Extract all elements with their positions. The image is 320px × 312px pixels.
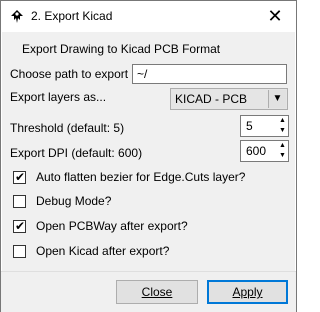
dialog-content: Export Drawing to Kicad PCB Format Choos…	[2, 32, 295, 271]
path-label: Choose path to export	[10, 67, 129, 81]
form-heading: Export Drawing to Kicad PCB Format	[22, 42, 221, 56]
open-kicad-label: Open Kicad after export?	[36, 244, 170, 258]
export-kicad-dialog: 2. Export Kicad ✕ Export Drawing to Kica…	[0, 0, 297, 312]
dpi-value: 600	[246, 144, 267, 158]
open-kicad-checkbox[interactable]	[13, 245, 26, 258]
spin-up-icon[interactable]: ▲	[277, 116, 288, 126]
chevron-down-icon[interactable]: ▼	[268, 90, 286, 108]
apply-button-label: Apply	[232, 285, 263, 299]
open-pcbway-checkbox[interactable]: ✔	[13, 219, 26, 233]
auto-flatten-checkbox[interactable]: ✔	[13, 170, 26, 184]
threshold-label: Threshold (default: 5)	[10, 121, 125, 135]
dpi-spinbox[interactable]: 600 ▲ ▼	[240, 140, 289, 162]
check-icon: ✔	[15, 219, 26, 233]
layers-label: Export layers as...	[10, 90, 107, 104]
close-icon[interactable]: ✕	[263, 5, 287, 27]
open-pcbway-label: Open PCBWay after export?	[36, 219, 188, 233]
threshold-value: 5	[246, 119, 253, 133]
path-value: ~/	[137, 67, 148, 81]
check-icon: ✔	[15, 170, 26, 184]
window-title: 2. Export Kicad	[31, 9, 113, 23]
threshold-spinbox[interactable]: 5 ▲ ▼	[240, 115, 289, 137]
layers-selected-value: KICAD - PCB	[175, 92, 248, 106]
close-button[interactable]: Close	[116, 280, 198, 304]
dpi-label: Export DPI (default: 600)	[10, 146, 143, 160]
spin-up-icon[interactable]: ▲	[277, 141, 288, 151]
debug-mode-label: Debug Mode?	[36, 194, 112, 208]
inkscape-icon	[9, 9, 25, 25]
layers-select[interactable]: KICAD - PCB ▼	[170, 88, 288, 110]
dialog-footer: Close Apply	[1, 271, 296, 312]
spin-down-icon[interactable]: ▼	[277, 151, 288, 161]
debug-mode-checkbox[interactable]	[13, 195, 26, 208]
auto-flatten-label: Auto flatten bezier for Edge.Cuts layer?	[36, 170, 246, 184]
path-input[interactable]: ~/	[132, 64, 287, 84]
apply-button[interactable]: Apply	[207, 280, 288, 304]
spin-down-icon[interactable]: ▼	[277, 126, 288, 136]
close-button-label: Close	[141, 285, 173, 299]
title-bar[interactable]: 2. Export Kicad ✕	[1, 1, 296, 31]
